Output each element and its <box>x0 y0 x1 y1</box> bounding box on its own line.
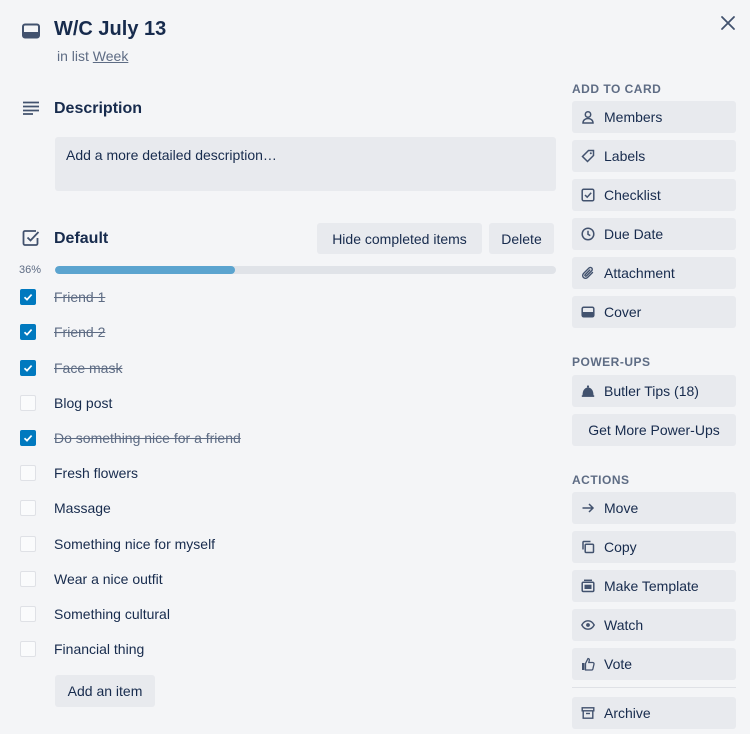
archive-button[interactable]: Archive <box>572 697 736 729</box>
labels-label: Labels <box>604 148 646 164</box>
butler-tips-button[interactable]: Butler Tips (18) <box>572 375 736 407</box>
powerups-heading: POWER-UPS <box>572 355 651 369</box>
clock-icon <box>581 227 595 241</box>
checklist-item[interactable]: Massage <box>20 497 111 519</box>
checklist-item[interactable]: Friend 2 <box>20 321 105 343</box>
thumbs-up-icon <box>581 657 595 671</box>
labels-button[interactable]: Labels <box>572 140 736 172</box>
move-label: Move <box>604 500 639 516</box>
get-more-powerups-button[interactable]: Get More Power-Ups <box>572 414 736 446</box>
item-text[interactable]: Something cultural <box>54 606 170 622</box>
checklist-icon <box>22 229 40 247</box>
card-title[interactable]: W/C July 13 <box>54 18 166 41</box>
card-list-info: in list Week <box>57 48 128 64</box>
item-checkbox[interactable] <box>20 571 36 587</box>
due-date-button[interactable]: Due Date <box>572 218 736 250</box>
progress-bar <box>55 266 556 274</box>
item-text[interactable]: Something nice for myself <box>54 536 215 552</box>
attachment-button[interactable]: Attachment <box>572 257 736 289</box>
members-label: Members <box>604 109 663 125</box>
archive-label: Archive <box>604 705 651 721</box>
item-text[interactable]: Blog post <box>54 395 112 411</box>
butler-bell-icon <box>581 384 595 398</box>
checklist-heading[interactable]: Default <box>54 230 108 248</box>
item-checkbox[interactable] <box>20 430 36 446</box>
item-text[interactable]: Do something nice for a friend <box>54 430 241 446</box>
add-item-button[interactable]: Add an item <box>55 675 155 707</box>
item-text[interactable]: Financial thing <box>54 641 144 657</box>
checklist-button[interactable]: Checklist <box>572 179 736 211</box>
make-template-button[interactable]: Make Template <box>572 570 736 602</box>
watch-button[interactable]: Watch <box>572 609 736 641</box>
progress-percent: 36% <box>19 264 42 276</box>
make-template-label: Make Template <box>604 578 699 594</box>
description-icon <box>22 101 40 115</box>
move-button[interactable]: Move <box>572 492 736 524</box>
close-icon[interactable] <box>718 13 738 33</box>
checklist-label: Checklist <box>604 187 661 203</box>
list-link[interactable]: Week <box>93 48 129 64</box>
cover-button[interactable]: Cover <box>572 296 736 328</box>
copy-label: Copy <box>604 539 637 555</box>
checklist-item[interactable]: Blog post <box>20 392 112 414</box>
members-button[interactable]: Members <box>572 101 736 133</box>
item-checkbox[interactable] <box>20 465 36 481</box>
arrow-right-icon <box>581 501 595 515</box>
checklist-item[interactable]: Do something nice for a friend <box>20 427 241 449</box>
eye-icon <box>581 618 595 632</box>
item-checkbox[interactable] <box>20 289 36 305</box>
progress-bar-fill <box>55 266 236 274</box>
item-text[interactable]: Fresh flowers <box>54 465 138 481</box>
delete-checklist-button[interactable]: Delete <box>489 223 554 254</box>
add-to-card-heading: ADD TO CARD <box>572 82 662 96</box>
item-text[interactable]: Face mask <box>54 360 122 376</box>
cover-label: Cover <box>604 304 642 320</box>
checklist-item[interactable]: Financial thing <box>20 638 144 660</box>
butler-tips-label: Butler Tips (18) <box>604 383 699 399</box>
checklist-item[interactable]: Something cultural <box>20 603 170 625</box>
item-checkbox[interactable] <box>20 536 36 552</box>
card-icon <box>22 23 40 39</box>
item-text[interactable]: Wear a nice outfit <box>54 571 163 587</box>
copy-icon <box>581 540 595 554</box>
description-input[interactable]: Add a more detailed description… <box>55 137 556 191</box>
item-checkbox[interactable] <box>20 360 36 376</box>
description-heading: Description <box>54 100 143 117</box>
checklist-item[interactable]: Something nice for myself <box>20 533 215 555</box>
item-checkbox[interactable] <box>20 395 36 411</box>
item-text[interactable]: Friend 1 <box>54 289 105 305</box>
checklist-item[interactable]: Fresh flowers <box>20 462 138 484</box>
checklist-item[interactable]: Face mask <box>20 357 122 379</box>
cover-icon <box>581 305 595 319</box>
hide-completed-button[interactable]: Hide completed items <box>317 223 482 254</box>
attachment-label: Attachment <box>604 265 675 281</box>
checklist-item[interactable]: Wear a nice outfit <box>20 568 163 590</box>
checklist-item[interactable]: Friend 1 <box>20 286 105 308</box>
paperclip-icon <box>581 266 595 280</box>
person-icon <box>581 110 595 124</box>
archive-icon <box>581 706 595 720</box>
vote-button[interactable]: Vote <box>572 648 736 680</box>
due-date-label: Due Date <box>604 226 664 242</box>
item-checkbox[interactable] <box>20 324 36 340</box>
item-checkbox[interactable] <box>20 606 36 622</box>
vote-label: Vote <box>604 656 633 672</box>
item-text[interactable]: Massage <box>54 500 111 516</box>
sidebar-divider <box>572 687 736 688</box>
item-checkbox[interactable] <box>20 500 36 516</box>
actions-heading: ACTIONS <box>572 473 630 487</box>
tag-icon <box>581 149 595 163</box>
item-checkbox[interactable] <box>20 641 36 657</box>
checkbox-icon <box>581 188 595 202</box>
template-icon <box>581 579 595 593</box>
item-text[interactable]: Friend 2 <box>54 324 105 340</box>
watch-label: Watch <box>604 617 644 633</box>
list-prefix: in list <box>57 48 93 64</box>
copy-button[interactable]: Copy <box>572 531 736 563</box>
